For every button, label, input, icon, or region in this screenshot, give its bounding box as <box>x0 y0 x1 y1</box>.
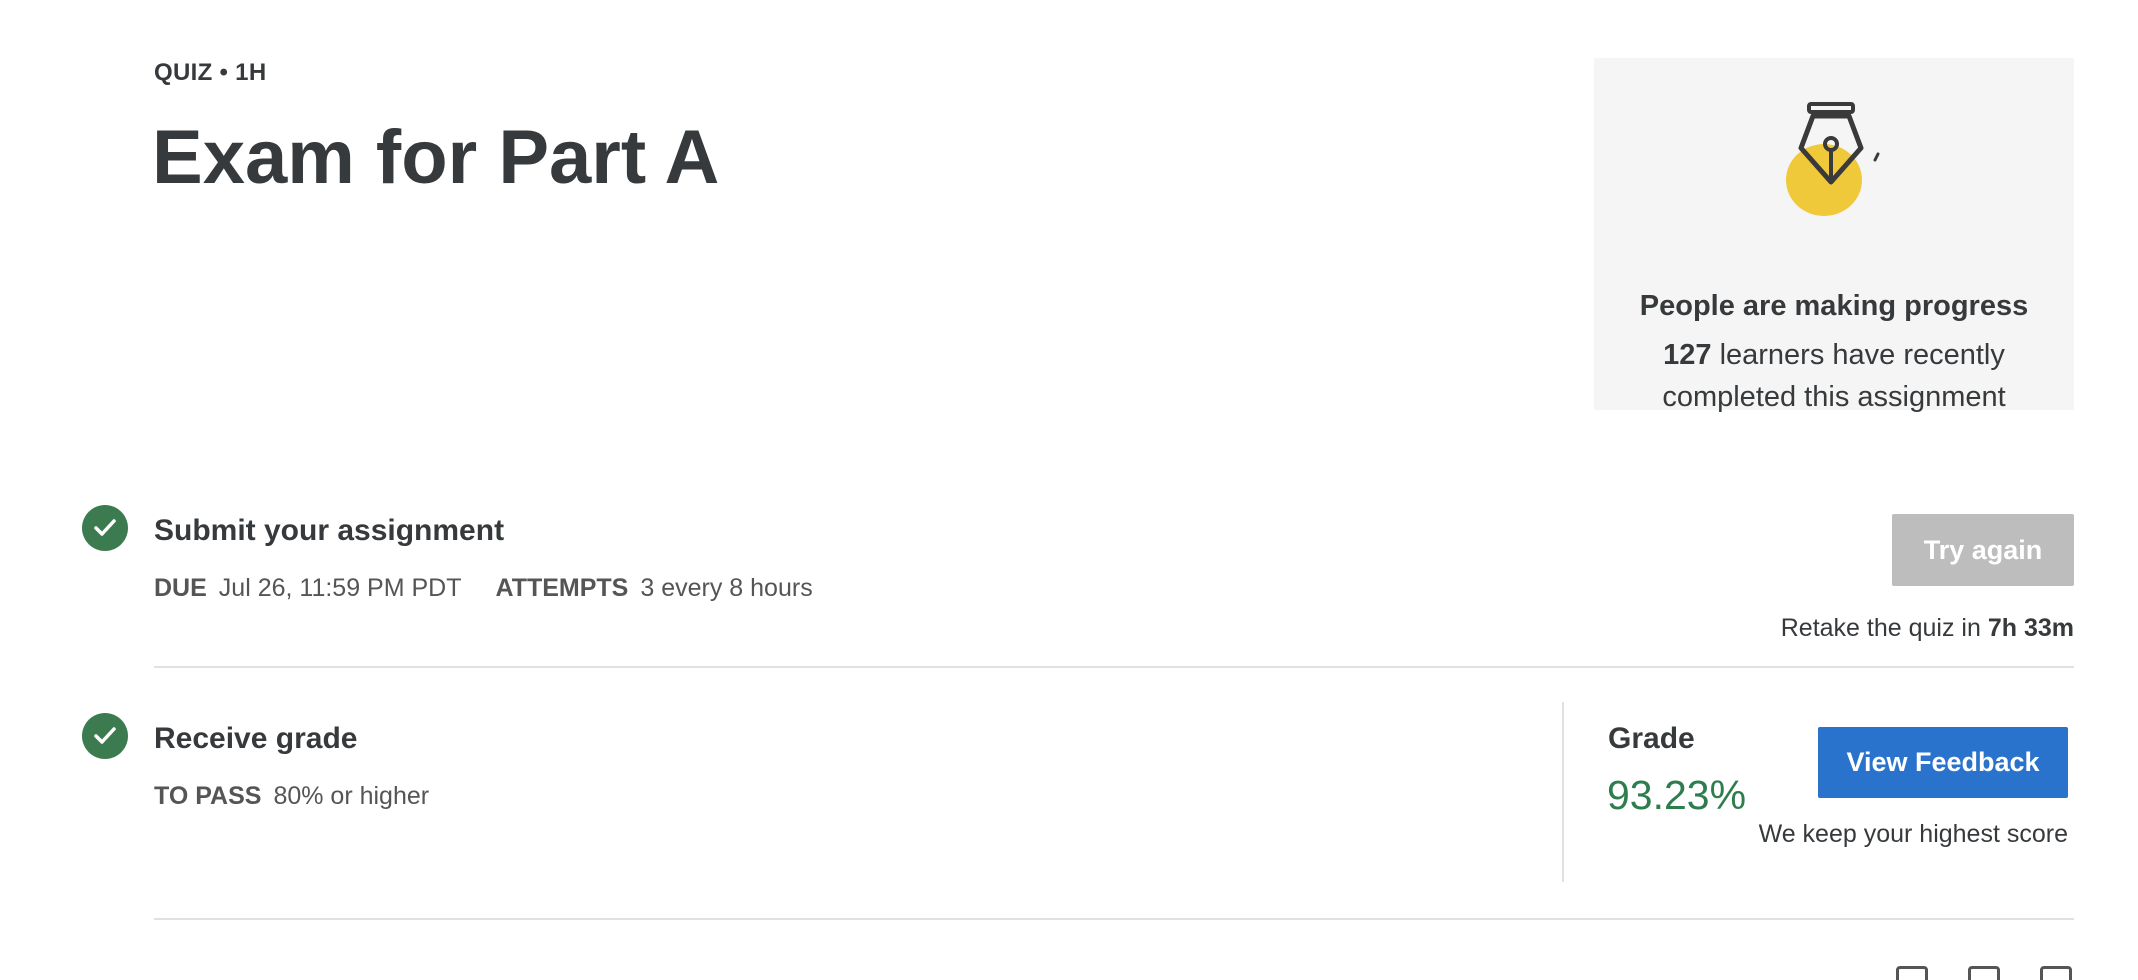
action-icon[interactable] <box>1968 966 2000 980</box>
item-type-duration: QUIZ • 1H <box>154 59 267 86</box>
divider <box>154 666 2074 668</box>
divider <box>154 918 2074 920</box>
learner-count: 127 <box>1663 339 1712 371</box>
assignment-page: QUIZ • 1H Exam for Part A People are mak… <box>0 0 2138 980</box>
highest-score-note: We keep your highest score <box>1758 820 2068 848</box>
attempts-value: 3 every 8 hours <box>640 574 813 602</box>
page-title: Exam for Part A <box>152 115 720 200</box>
action-icon[interactable] <box>2040 966 2072 980</box>
grade-divider <box>1562 702 1564 882</box>
grade-step-title: Receive grade <box>154 722 358 755</box>
due-label: DUE <box>154 574 207 602</box>
check-circle-icon <box>82 505 128 551</box>
progress-card-text: 127 learners have recently completed thi… <box>1634 334 2034 418</box>
retake-countdown: Retake the quiz in 7h 33m <box>1781 614 2074 643</box>
retake-text: Retake the quiz in <box>1780 614 1981 642</box>
attempts-label: ATTEMPTS <box>495 574 629 602</box>
to-pass-label: TO PASS <box>154 782 262 810</box>
try-again-button[interactable]: Try again <box>1892 514 2074 586</box>
retake-time: 7h 33m <box>1987 614 2074 642</box>
grade-step-meta: TO PASS 80% or higher <box>154 782 429 811</box>
check-circle-icon <box>82 713 128 759</box>
progress-text-line1: learners have recently <box>1719 339 2005 371</box>
progress-card-title: People are making progress <box>1639 290 2029 322</box>
grade-value: 93.23% <box>1607 772 1747 818</box>
progress-card: People are making progress 127 learners … <box>1594 58 2074 413</box>
submit-step-meta: DUE Jul 26, 11:59 PM PDT ATTEMPTS 3 every 8… <box>154 574 813 603</box>
action-icon[interactable] <box>1896 966 1928 980</box>
submit-step-title: Submit your assignment <box>154 514 505 547</box>
grade-label: Grade <box>1608 722 1695 755</box>
progress-text-line2: completed this assignment <box>1662 381 2006 413</box>
to-pass-value: 80% or higher <box>273 782 430 810</box>
footer-actions <box>1896 966 2072 980</box>
due-value: Jul 26, 11:59 PM PDT <box>218 574 462 602</box>
view-feedback-button[interactable]: View Feedback <box>1818 727 2068 798</box>
fountain-pen-icon <box>1786 102 1880 216</box>
